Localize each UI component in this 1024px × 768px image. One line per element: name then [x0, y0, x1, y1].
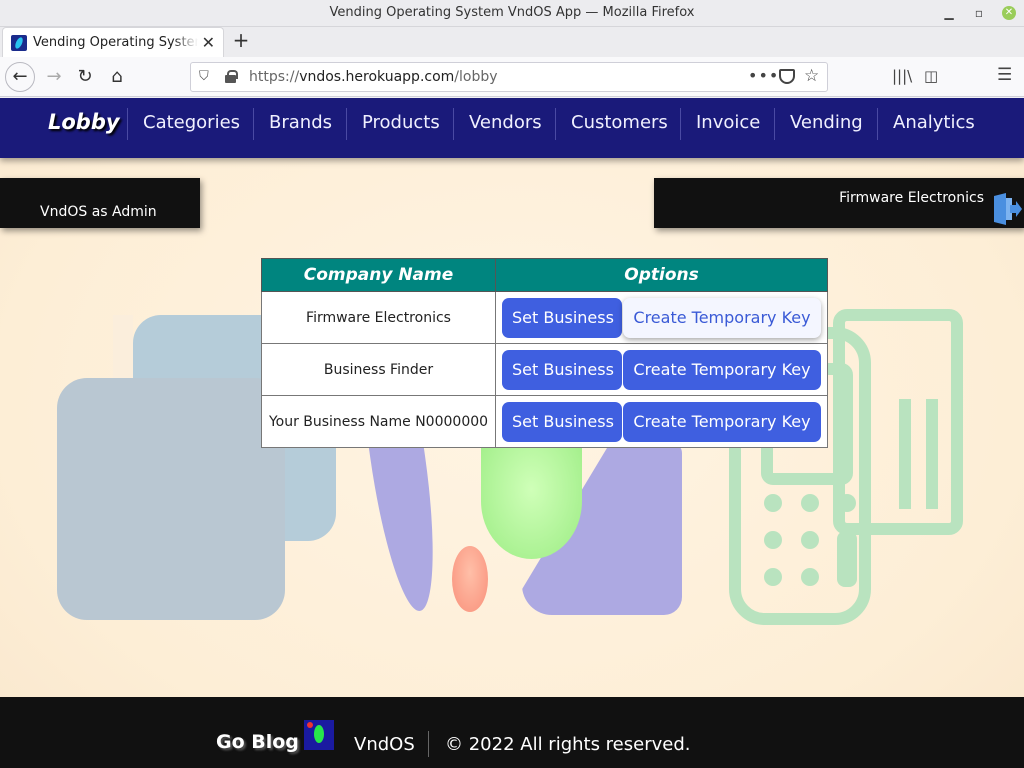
- nav-lobby-link[interactable]: Lobby: [48, 110, 120, 134]
- url-text[interactable]: https://vndos.herokuapp.com/lobby: [249, 69, 498, 85]
- page-content: Lobby Categories Brands Products Vendors…: [0, 98, 1024, 768]
- options-cell: Set Business Create Temporary Key: [495, 343, 828, 396]
- address-bar[interactable]: ⛉ https://vndos.herokuapp.com/lobby ••• …: [190, 62, 828, 92]
- forward-arrow-icon[interactable]: →: [40, 63, 68, 91]
- background-purple-shape: [368, 443, 447, 611]
- minimize-icon[interactable]: ▁: [940, 4, 958, 22]
- go-blog-link[interactable]: Go Blog: [216, 731, 299, 753]
- browser-toolbar: ← → ↻ ⌂ ⛉ https://vndos.herokuapp.com/lo…: [0, 57, 1024, 97]
- nav-divider: [453, 108, 454, 140]
- reload-icon[interactable]: ↻: [71, 63, 99, 91]
- nav-brands-link[interactable]: Brands: [269, 98, 332, 158]
- current-business-label: Firmware Electronics: [839, 190, 984, 206]
- column-header-options: Options: [495, 258, 828, 292]
- nav-customers-link[interactable]: Customers: [571, 98, 668, 158]
- close-tab-icon[interactable]: ✕: [202, 33, 215, 52]
- business-panel: Firmware Electronics: [654, 178, 1024, 228]
- window-title: Vending Operating System VndOS App — Moz…: [329, 5, 695, 20]
- nav-divider: [127, 108, 128, 140]
- new-tab-icon[interactable]: +: [230, 29, 252, 53]
- footer-copyright: © 2022 All rights reserved.: [445, 734, 691, 755]
- nav-divider: [253, 108, 254, 140]
- sidebar-icon[interactable]: ◫: [924, 67, 938, 85]
- lock-icon[interactable]: [225, 70, 238, 83]
- nav-vending-link[interactable]: Vending: [790, 98, 863, 158]
- blog-logo-icon[interactable]: [304, 720, 334, 750]
- back-arrow-icon[interactable]: ←: [5, 62, 35, 92]
- set-business-button[interactable]: Set Business: [502, 297, 622, 338]
- company-name-cell: Your Business Name N0000000: [261, 395, 496, 448]
- nav-analytics-link[interactable]: Analytics: [893, 98, 975, 158]
- tab-strip: Vending Operating System VndOS App ✕ +: [0, 27, 1024, 57]
- create-temporary-key-button[interactable]: Create Temporary Key: [623, 297, 821, 338]
- user-role-label: VndOS as Admin: [40, 204, 157, 220]
- home-icon[interactable]: ⌂: [103, 63, 131, 91]
- user-panel: VndOS as Admin: [0, 178, 200, 228]
- nav-vendors-link[interactable]: Vendors: [469, 98, 542, 158]
- bookmark-star-icon[interactable]: ☆: [804, 66, 819, 86]
- table-row: Business Finder Set Business Create Tempo…: [261, 343, 828, 396]
- nav-invoice-link[interactable]: Invoice: [696, 98, 760, 158]
- background-green-shape: [481, 443, 582, 559]
- page-footer: Go Blog VndOS © 2022 All rights reserved…: [0, 697, 1024, 768]
- options-cell: Set Business Create Temporary Key: [495, 395, 828, 448]
- table-row: Your Business Name N0000000 Set Business…: [261, 395, 828, 448]
- nav-divider: [680, 108, 681, 140]
- nav-categories-link[interactable]: Categories: [143, 98, 240, 158]
- window-titlebar: Vending Operating System VndOS App — Moz…: [0, 0, 1024, 27]
- nav-divider: [346, 108, 347, 140]
- company-table: Company Name Options Firmware Electronic…: [261, 258, 828, 448]
- company-name-cell: Business Finder: [261, 343, 496, 396]
- company-name-cell: Firmware Electronics: [261, 291, 496, 344]
- shield-icon[interactable]: ⛉: [199, 69, 209, 84]
- footer-app-name: VndOS: [354, 734, 415, 755]
- column-header-company: Company Name: [261, 258, 496, 292]
- create-temporary-key-button[interactable]: Create Temporary Key: [623, 349, 821, 390]
- background-blue-shape: [57, 378, 285, 620]
- close-window-icon[interactable]: ✕: [1002, 6, 1016, 20]
- maximize-icon[interactable]: ▫: [970, 4, 988, 22]
- set-business-button[interactable]: Set Business: [502, 349, 622, 390]
- options-cell: Set Business Create Temporary Key: [495, 291, 828, 344]
- nav-divider: [555, 108, 556, 140]
- footer-divider: [428, 731, 429, 757]
- table-row: Firmware Electronics Set Business Create …: [261, 291, 828, 344]
- main-navigation: Lobby Categories Brands Products Vendors…: [0, 98, 1024, 158]
- library-icon[interactable]: |||\: [892, 67, 912, 85]
- logout-icon[interactable]: [992, 193, 1022, 225]
- set-business-button[interactable]: Set Business: [502, 401, 622, 442]
- browser-tab[interactable]: Vending Operating System VndOS App ✕: [2, 27, 224, 57]
- pocket-icon[interactable]: [779, 69, 795, 84]
- menu-icon[interactable]: ☰: [997, 65, 1012, 85]
- vndos-favicon-icon: [11, 35, 27, 51]
- nav-divider: [774, 108, 775, 140]
- table-header-row: Company Name Options: [261, 258, 828, 292]
- nav-products-link[interactable]: Products: [362, 98, 440, 158]
- create-temporary-key-button[interactable]: Create Temporary Key: [623, 401, 821, 442]
- page-actions-icon[interactable]: •••: [748, 66, 779, 85]
- background-red-shape: [452, 546, 488, 612]
- nav-divider: [877, 108, 878, 140]
- tab-title: Vending Operating System VndOS App: [33, 35, 198, 50]
